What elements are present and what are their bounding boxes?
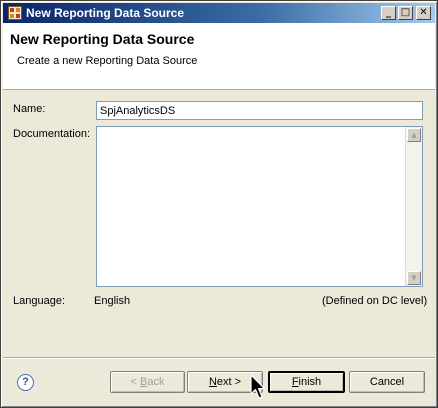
minimize-button[interactable]: _ — [381, 6, 396, 20]
back-prefix: < — [130, 376, 140, 388]
finish-rest: inish — [298, 376, 322, 388]
name-field[interactable] — [96, 101, 423, 120]
next-rest: ext > — [216, 376, 242, 388]
finish-mnemonic: F — [291, 376, 299, 388]
maximize-button[interactable]: □ — [398, 6, 413, 20]
language-label: Language: — [13, 295, 65, 307]
close-button[interactable]: ✕ — [416, 6, 431, 20]
title-bar[interactable]: New Reporting Data Source _ □ ✕ — [3, 3, 435, 23]
page-title: New Reporting Data Source — [10, 31, 195, 47]
language-note: (Defined on DC level) — [322, 295, 428, 307]
page-description: Create a new Reporting Data Source — [17, 55, 198, 67]
documentation-scrollbar[interactable]: ▲ ▼ — [405, 127, 422, 286]
scroll-up-button[interactable]: ▲ — [407, 128, 421, 142]
footer-separator — [3, 357, 435, 359]
help-icon[interactable]: ? — [17, 374, 34, 391]
back-button[interactable]: < Back — [110, 371, 185, 393]
wizard-header: New Reporting Data Source Create a new R… — [3, 23, 435, 90]
finish-button[interactable]: Finish — [268, 371, 345, 393]
documentation-field[interactable]: ▲ ▼ — [96, 126, 423, 287]
dialog-window: New Reporting Data Source _ □ ✕ New Repo… — [0, 0, 438, 408]
documentation-label: Documentation: — [13, 128, 91, 140]
name-label: Name: — [13, 103, 46, 115]
mouse-pointer-icon — [250, 374, 266, 399]
back-rest: ack — [147, 376, 165, 388]
scroll-down-button[interactable]: ▼ — [407, 271, 421, 285]
wizard-icon — [8, 6, 22, 20]
next-mnemonic: N — [208, 376, 217, 388]
cancel-button[interactable]: Cancel — [349, 371, 425, 393]
window-title: New Reporting Data Source — [26, 6, 185, 20]
language-value: English — [94, 295, 131, 307]
